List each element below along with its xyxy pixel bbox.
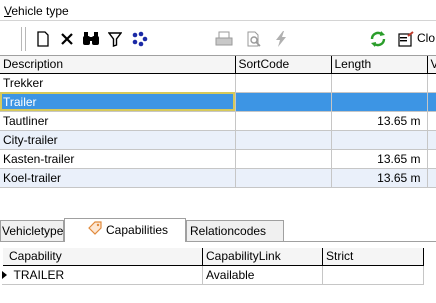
- table-row[interactable]: Tautliner 13.65 m: [0, 111, 436, 131]
- cell-extra[interactable]: [427, 130, 436, 150]
- tab-vehicletype[interactable]: Vehicletype: [0, 220, 64, 241]
- toolbar-grip[interactable]: [21, 27, 22, 51]
- cell-length[interactable]: [331, 130, 428, 150]
- cell-length[interactable]: 13.65 m: [331, 149, 428, 169]
- delete-icon[interactable]: [58, 29, 76, 49]
- capabilities-grid: Capability CapabilityLink Strict TRAILER…: [0, 248, 436, 303]
- toolbar-grip-2: [25, 27, 26, 51]
- close-icon[interactable]: [396, 29, 416, 49]
- table-row[interactable]: City-trailer: [0, 130, 436, 150]
- cell-sortcode[interactable]: [235, 92, 332, 112]
- column-header-length[interactable]: Length: [331, 56, 428, 74]
- cell-description[interactable]: Trekker: [0, 73, 236, 93]
- grid-header: Capability CapabilityLink Strict: [0, 248, 424, 266]
- table-row[interactable]: Kasten-trailer 13.65 m: [0, 149, 436, 169]
- toolbar: Clo: [0, 20, 436, 56]
- cell-description[interactable]: Koel-trailer: [0, 168, 236, 188]
- tab-relationcodes[interactable]: Relationcodes: [186, 220, 284, 241]
- cell-description[interactable]: Trailer: [0, 92, 236, 112]
- cell-capability[interactable]: TRAILER: [1, 265, 203, 285]
- tab-capabilities[interactable]: Capabilities: [64, 218, 186, 242]
- cell-length[interactable]: [331, 73, 428, 93]
- print-icon: [214, 29, 234, 49]
- cell-description[interactable]: Tautliner: [0, 111, 236, 131]
- current-row-indicator: [2, 271, 7, 279]
- cell-extra[interactable]: [427, 73, 436, 93]
- table-row[interactable]: Trekker: [0, 73, 436, 93]
- column-header-v[interactable]: V: [427, 56, 436, 74]
- cell-length[interactable]: 13.65 m: [331, 111, 428, 131]
- tag-icon: [88, 220, 102, 242]
- lightning-icon: [272, 29, 290, 49]
- cell-sortcode[interactable]: [235, 168, 332, 188]
- cell-extra[interactable]: [427, 149, 436, 169]
- cell-extra[interactable]: [427, 92, 436, 112]
- close-button-label[interactable]: Clo: [417, 31, 435, 45]
- refresh-icon[interactable]: [368, 29, 388, 49]
- cell-description[interactable]: Kasten-trailer: [0, 149, 236, 169]
- cell-sortcode[interactable]: [235, 149, 332, 169]
- column-header-strict[interactable]: Strict: [322, 248, 424, 266]
- column-header-sortcode[interactable]: SortCode: [235, 56, 332, 74]
- detail-tabs: Vehicletype Capabilities Relationcodes: [0, 218, 436, 242]
- cell-extra[interactable]: [427, 168, 436, 188]
- cell-capabilitylink[interactable]: Available: [202, 265, 323, 285]
- options-icon[interactable]: [130, 29, 150, 49]
- filter-icon[interactable]: [106, 29, 124, 49]
- column-header-capability[interactable]: Capability: [0, 248, 203, 266]
- cell-sortcode[interactable]: [235, 130, 332, 150]
- cell-length[interactable]: [331, 92, 428, 112]
- table-row-selected[interactable]: Trailer: [0, 92, 436, 112]
- cell-strict[interactable]: [322, 265, 424, 285]
- column-header-capabilitylink[interactable]: CapabilityLink: [202, 248, 323, 266]
- cell-length[interactable]: 13.65 m: [331, 168, 428, 188]
- table-row[interactable]: TRAILER Available: [1, 265, 424, 285]
- print-preview-icon: [244, 29, 264, 49]
- table-row[interactable]: Koel-trailer 13.65 m: [0, 168, 436, 188]
- window-title: Vehicle type: [4, 4, 69, 18]
- column-header-description[interactable]: Description: [0, 56, 236, 74]
- grid-header: Description SortCode Length V: [0, 56, 436, 74]
- cell-sortcode[interactable]: [235, 73, 332, 93]
- cell-description[interactable]: City-trailer: [0, 130, 236, 150]
- vehicle-type-grid: Description SortCode Length V Trekker Tr…: [0, 56, 436, 212]
- new-icon[interactable]: [34, 29, 52, 49]
- cell-sortcode[interactable]: [235, 111, 332, 131]
- tab-capabilities-label: Capabilities: [106, 223, 169, 237]
- cell-extra[interactable]: [427, 111, 436, 131]
- find-icon[interactable]: [81, 29, 101, 49]
